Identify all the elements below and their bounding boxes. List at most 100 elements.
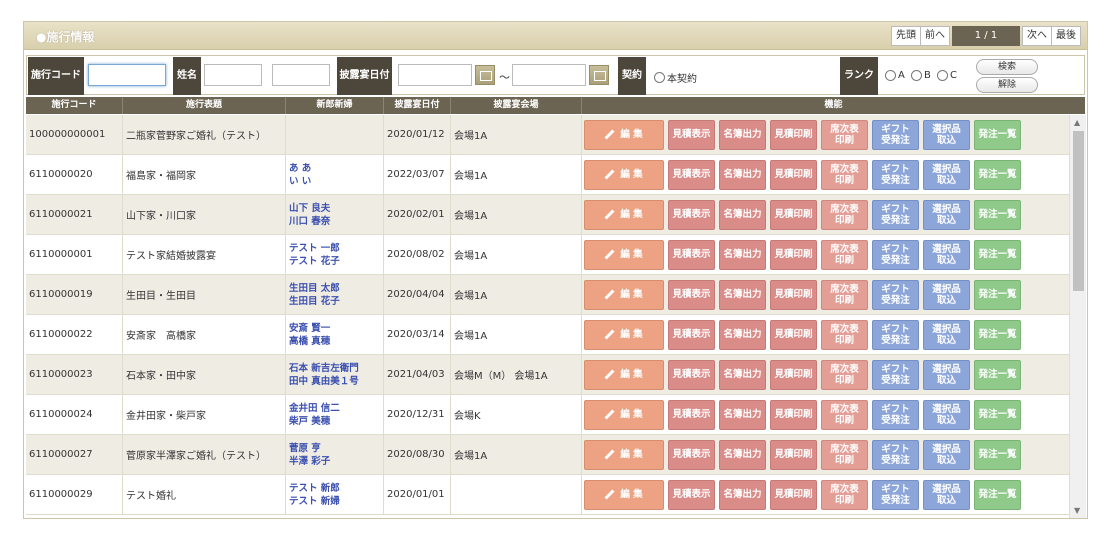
row-couple[interactable]: 金井田 信二 柴戸 美穂 bbox=[286, 395, 384, 434]
row-couple[interactable] bbox=[286, 115, 384, 154]
selection-import-button[interactable]: 選択品 取込 bbox=[923, 439, 970, 470]
calendar-icon[interactable] bbox=[589, 65, 609, 85]
radio-circle-icon[interactable] bbox=[911, 70, 922, 81]
row-couple[interactable]: 生田目 太郎 生田目 花子 bbox=[286, 275, 384, 314]
bride-name[interactable]: い い bbox=[289, 175, 311, 188]
rank-radio-c[interactable]: C bbox=[937, 70, 957, 81]
edit-button[interactable]: 編 集 bbox=[584, 159, 664, 190]
groom-name[interactable]: 安斎 賢一 bbox=[289, 322, 330, 335]
gift-order-button[interactable]: ギフト 受発注 bbox=[872, 319, 919, 350]
scroll-down-icon[interactable]: ▼ bbox=[1074, 506, 1080, 515]
namebook-output-button[interactable]: 名簿出力 bbox=[719, 159, 766, 190]
calendar-icon[interactable] bbox=[475, 65, 495, 85]
gift-order-button[interactable]: ギフト 受発注 bbox=[872, 159, 919, 190]
next-page-button[interactable]: 次へ bbox=[1022, 26, 1052, 46]
edit-button[interactable]: 編 集 bbox=[584, 439, 664, 470]
order-list-button[interactable]: 発注一覧 bbox=[974, 119, 1021, 150]
gift-order-button[interactable]: ギフト 受発注 bbox=[872, 399, 919, 430]
gift-order-button[interactable]: ギフト 受発注 bbox=[872, 439, 919, 470]
edit-button[interactable]: 編 集 bbox=[584, 199, 664, 230]
estimate-view-button[interactable]: 見積表示 bbox=[668, 239, 715, 270]
bride-name[interactable]: 高橋 真穂 bbox=[289, 335, 330, 348]
seating-print-button[interactable]: 席次表 印刷 bbox=[821, 479, 868, 510]
order-list-button[interactable]: 発注一覧 bbox=[974, 279, 1021, 310]
order-list-button[interactable]: 発注一覧 bbox=[974, 159, 1021, 190]
prev-page-button[interactable]: 前へ bbox=[921, 26, 950, 46]
edit-button[interactable]: 編 集 bbox=[584, 479, 664, 510]
row-couple[interactable]: 石本 新吉左衛門 田中 真由美１号 bbox=[286, 355, 384, 394]
estimate-view-button[interactable]: 見積表示 bbox=[668, 479, 715, 510]
groom-name[interactable]: テスト 新郎 bbox=[289, 482, 340, 495]
seating-print-button[interactable]: 席次表 印刷 bbox=[821, 239, 868, 270]
row-couple[interactable]: テスト 一郎 テスト 花子 bbox=[286, 235, 384, 274]
estimate-print-button[interactable]: 見積印刷 bbox=[770, 199, 817, 230]
date-from-input[interactable] bbox=[398, 64, 472, 86]
groom-name[interactable]: 金井田 信二 bbox=[289, 402, 340, 415]
bride-name[interactable]: 田中 真由美１号 bbox=[289, 375, 359, 388]
estimate-view-button[interactable]: 見積表示 bbox=[668, 159, 715, 190]
code-input[interactable] bbox=[88, 64, 166, 86]
first-page-button[interactable]: 先頭 bbox=[891, 26, 921, 46]
bride-name[interactable]: 川口 春奈 bbox=[289, 215, 330, 228]
date-to-input[interactable] bbox=[512, 64, 586, 86]
selection-import-button[interactable]: 選択品 取込 bbox=[923, 319, 970, 350]
seating-print-button[interactable]: 席次表 印刷 bbox=[821, 279, 868, 310]
row-couple[interactable]: テスト 新郎 テスト 新婦 bbox=[286, 475, 384, 514]
gift-order-button[interactable]: ギフト 受発注 bbox=[872, 199, 919, 230]
gift-order-button[interactable]: ギフト 受発注 bbox=[872, 279, 919, 310]
contract-radio[interactable]: 本契約 bbox=[654, 70, 697, 85]
namebook-output-button[interactable]: 名簿出力 bbox=[719, 279, 766, 310]
row-couple[interactable]: あ あ い い bbox=[286, 155, 384, 194]
estimate-print-button[interactable]: 見積印刷 bbox=[770, 159, 817, 190]
namebook-output-button[interactable]: 名簿出力 bbox=[719, 319, 766, 350]
namebook-output-button[interactable]: 名簿出力 bbox=[719, 119, 766, 150]
row-couple[interactable]: 山下 良夫 川口 春奈 bbox=[286, 195, 384, 234]
namebook-output-button[interactable]: 名簿出力 bbox=[719, 239, 766, 270]
rank-radio-b[interactable]: B bbox=[911, 70, 931, 81]
edit-button[interactable]: 編 集 bbox=[584, 239, 664, 270]
seating-print-button[interactable]: 席次表 印刷 bbox=[821, 119, 868, 150]
radio-circle-icon[interactable] bbox=[654, 72, 665, 83]
selection-import-button[interactable]: 選択品 取込 bbox=[923, 119, 970, 150]
seating-print-button[interactable]: 席次表 印刷 bbox=[821, 159, 868, 190]
estimate-print-button[interactable]: 見積印刷 bbox=[770, 119, 817, 150]
selection-import-button[interactable]: 選択品 取込 bbox=[923, 479, 970, 510]
radio-circle-icon[interactable] bbox=[937, 70, 948, 81]
edit-button[interactable]: 編 集 bbox=[584, 279, 664, 310]
scroll-thumb[interactable] bbox=[1073, 131, 1084, 291]
surname-input[interactable] bbox=[204, 64, 262, 86]
seating-print-button[interactable]: 席次表 印刷 bbox=[821, 199, 868, 230]
order-list-button[interactable]: 発注一覧 bbox=[974, 359, 1021, 390]
estimate-view-button[interactable]: 見積表示 bbox=[668, 279, 715, 310]
estimate-print-button[interactable]: 見積印刷 bbox=[770, 399, 817, 430]
order-list-button[interactable]: 発注一覧 bbox=[974, 199, 1021, 230]
radio-circle-icon[interactable] bbox=[885, 70, 896, 81]
estimate-print-button[interactable]: 見積印刷 bbox=[770, 279, 817, 310]
namebook-output-button[interactable]: 名簿出力 bbox=[719, 399, 766, 430]
estimate-view-button[interactable]: 見積表示 bbox=[668, 199, 715, 230]
groom-name[interactable]: 山下 良夫 bbox=[289, 202, 330, 215]
seating-print-button[interactable]: 席次表 印刷 bbox=[821, 319, 868, 350]
gift-order-button[interactable]: ギフト 受発注 bbox=[872, 479, 919, 510]
estimate-print-button[interactable]: 見積印刷 bbox=[770, 439, 817, 470]
row-couple[interactable]: 安斎 賢一 高橋 真穂 bbox=[286, 315, 384, 354]
bride-name[interactable]: 柴戸 美穂 bbox=[289, 415, 330, 428]
scroll-up-icon[interactable]: ▲ bbox=[1074, 118, 1080, 127]
clear-button[interactable]: 解除 bbox=[976, 77, 1038, 93]
selection-import-button[interactable]: 選択品 取込 bbox=[923, 199, 970, 230]
groom-name[interactable]: テスト 一郎 bbox=[289, 242, 340, 255]
groom-name[interactable]: あ あ bbox=[289, 162, 311, 175]
estimate-print-button[interactable]: 見積印刷 bbox=[770, 359, 817, 390]
seating-print-button[interactable]: 席次表 印刷 bbox=[821, 439, 868, 470]
namebook-output-button[interactable]: 名簿出力 bbox=[719, 439, 766, 470]
selection-import-button[interactable]: 選択品 取込 bbox=[923, 239, 970, 270]
estimate-print-button[interactable]: 見積印刷 bbox=[770, 479, 817, 510]
selection-import-button[interactable]: 選択品 取込 bbox=[923, 399, 970, 430]
vertical-scrollbar[interactable]: ▲ ▼ bbox=[1069, 115, 1086, 518]
row-couple[interactable]: 菅原 亨 半澤 彩子 bbox=[286, 435, 384, 474]
last-page-button[interactable]: 最後 bbox=[1052, 26, 1081, 46]
selection-import-button[interactable]: 選択品 取込 bbox=[923, 359, 970, 390]
groom-name[interactable]: 石本 新吉左衛門 bbox=[289, 362, 359, 375]
estimate-print-button[interactable]: 見積印刷 bbox=[770, 239, 817, 270]
edit-button[interactable]: 編 集 bbox=[584, 119, 664, 150]
